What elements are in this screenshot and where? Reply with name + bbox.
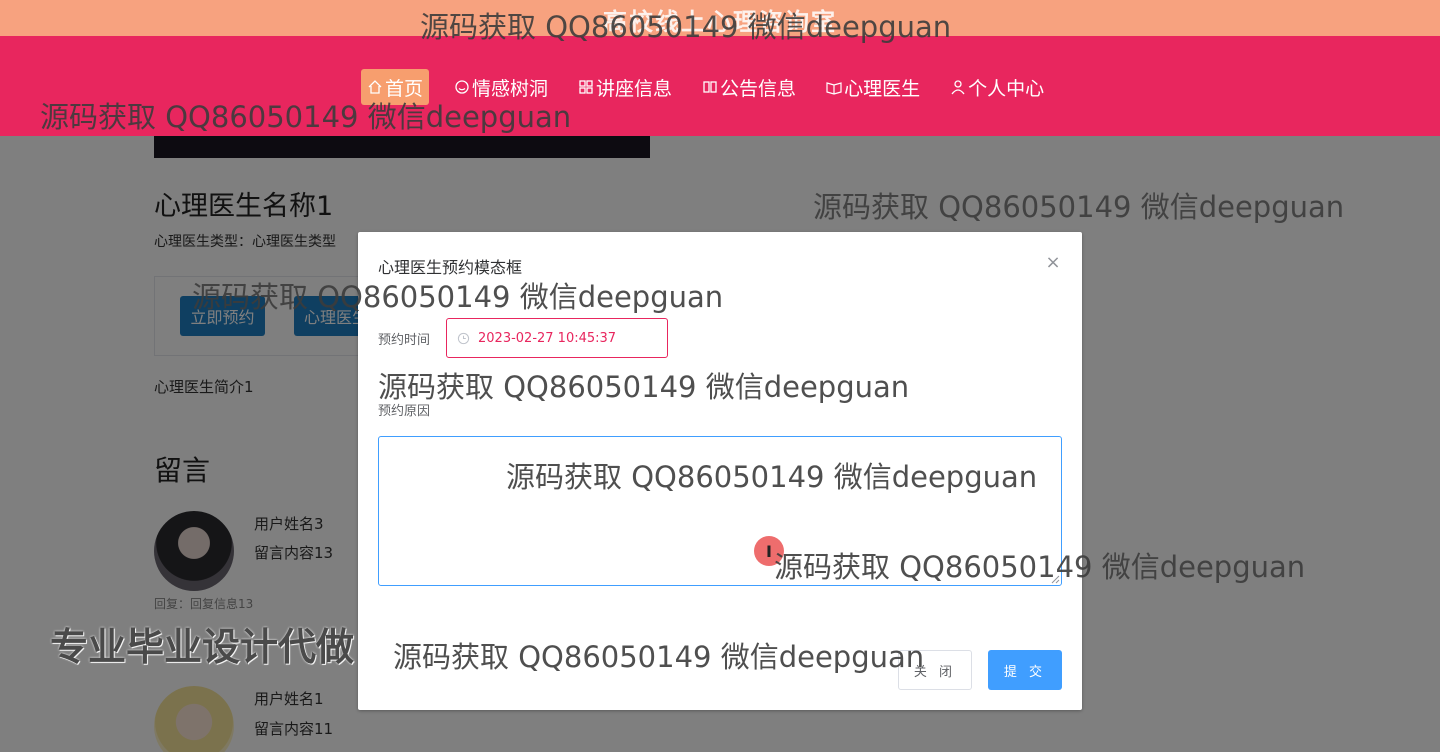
nav-item-label: 心理医生	[844, 77, 921, 100]
nav-item-profile[interactable]: 个人中心	[945, 69, 1049, 105]
watermark: 源码获取 QQ86050149 微信deepguan	[506, 460, 1038, 494]
clock-icon	[457, 332, 470, 344]
nav-item-lectures[interactable]: 讲座信息	[573, 69, 677, 105]
nav-item-label: 个人中心	[968, 77, 1045, 100]
watermark: 源码获取 QQ86050149 微信deepguan	[393, 640, 925, 674]
watermark: 源码获取 QQ86050149 微信deepguan	[774, 550, 1306, 584]
nav-item-label: 讲座信息	[596, 77, 673, 100]
reading-icon	[826, 82, 842, 95]
nav-item-doctors[interactable]: 心理医生	[821, 69, 925, 105]
watermark: 源码获取 QQ86050149 微信deepguan	[40, 100, 572, 134]
close-icon[interactable]: ×	[1044, 254, 1062, 272]
tickets-icon	[703, 81, 717, 93]
submit-button[interactable]: 提 交	[988, 650, 1062, 690]
appointment-time-label: 预约时间	[378, 333, 431, 348]
watermark: 源码获取 QQ86050149 微信deepguan	[420, 10, 952, 44]
appointment-time-value: 2023-02-27 10:45:37	[478, 330, 617, 346]
smile-icon	[455, 80, 469, 94]
appointment-time-picker[interactable]: 2023-02-27 10:45:37	[446, 318, 668, 358]
watermark: 源码获取 QQ86050149 微信deepguan	[192, 280, 724, 314]
user-icon	[951, 80, 965, 95]
watermark-badge: 专业毕业设计代做	[50, 625, 355, 669]
watermark: 源码获取 QQ86050149 微信deepguan	[813, 190, 1345, 224]
home-icon	[368, 80, 382, 94]
watermark: 源码获取 QQ86050149 微信deepguan	[378, 370, 910, 404]
nav-item-label: 公告信息	[720, 77, 797, 100]
grid-icon	[579, 80, 593, 94]
nav-item-notices[interactable]: 公告信息	[697, 69, 801, 105]
